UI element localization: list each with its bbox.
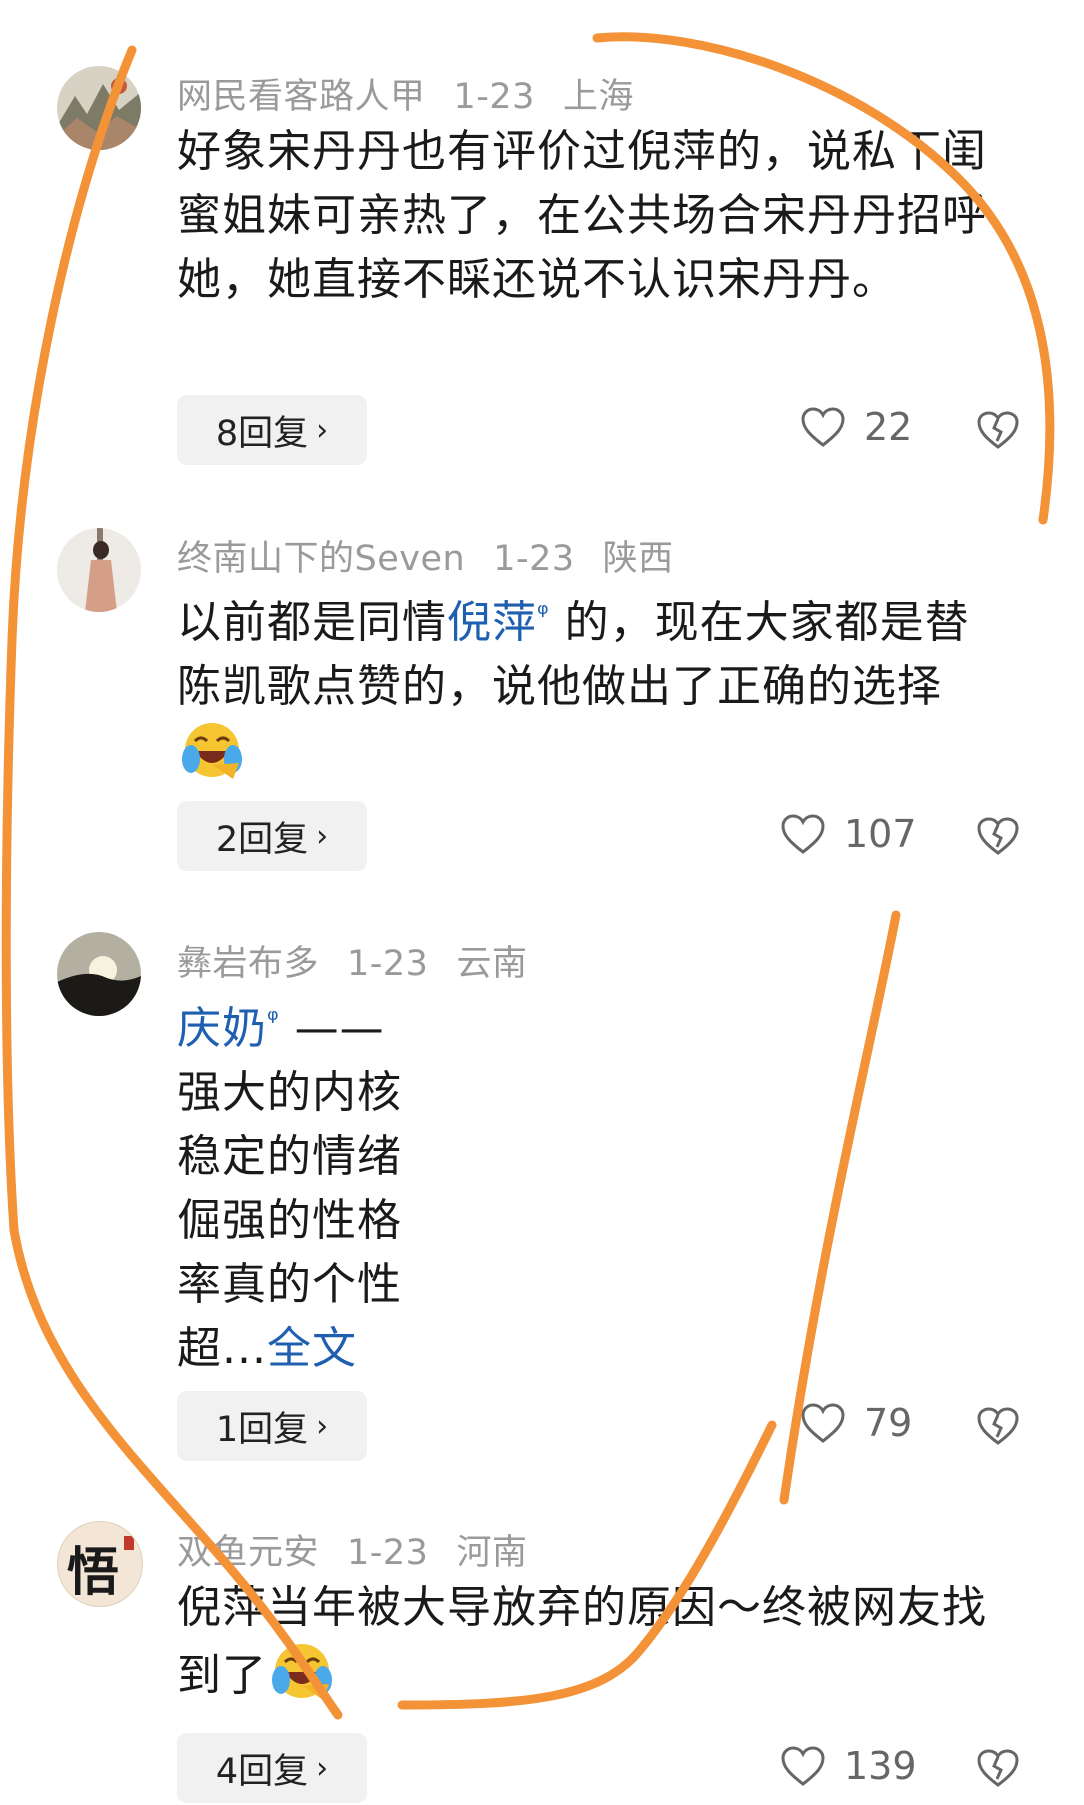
comment-meta: 终南山下的Seven 1-23 陕西 [177, 530, 702, 581]
search-icon[interactable]: ᵠ [537, 597, 550, 630]
comment-text[interactable]: 庆奶ᵠ —— 强大的内核 稳定的情绪 倔强的性格 率真的个性 超...全文 [177, 988, 1007, 1381]
topic-link[interactable]: 庆奶 [177, 1003, 267, 1054]
like-count: 22 [864, 405, 913, 449]
comment-text-dash: —— [279, 1003, 385, 1054]
comment-location: 河南 [456, 1533, 528, 1573]
replies-button[interactable]: 2回复 › [177, 801, 367, 871]
seal-stamp-icon [124, 1536, 134, 1550]
like-button[interactable]: 79 [800, 1401, 912, 1445]
replies-button[interactable]: 1回复 › [177, 1391, 367, 1461]
dislike-button[interactable] [976, 1748, 1020, 1792]
chevron-right-icon: › [316, 412, 329, 448]
heart-icon [801, 407, 845, 447]
chevron-right-icon: › [316, 818, 329, 854]
comment-location: 上海 [562, 77, 634, 117]
comment-date: 1-23 [453, 77, 535, 117]
like-button[interactable]: 107 [780, 812, 917, 856]
broken-heart-icon [977, 1749, 1019, 1787]
avatar[interactable] [57, 66, 141, 150]
chevron-right-icon: › [316, 1408, 329, 1444]
username[interactable]: 双鱼元安 [177, 1533, 319, 1573]
like-count: 107 [844, 812, 917, 856]
replies-count: 2回复 [215, 819, 309, 860]
comment-text[interactable]: 好象宋丹丹也有评价过倪萍的，说私下闺蜜姐妹可亲热了，在公共场合宋丹丹招呼她，她直… [177, 120, 1007, 312]
broken-heart-icon [977, 1407, 1019, 1445]
replies-button[interactable]: 4回复 › [177, 1733, 367, 1803]
laughing-crying-emoji-icon [182, 723, 242, 779]
broken-heart-icon [977, 817, 1019, 855]
comment-meta: 双鱼元安 1-23 河南 [177, 1524, 555, 1575]
replies-count: 1回复 [215, 1409, 309, 1450]
chevron-right-icon: › [316, 1750, 329, 1786]
comment-line: 超...全文 [177, 1317, 1007, 1381]
broken-heart-icon [977, 411, 1019, 449]
comment-text-truncated: 超... [177, 1323, 267, 1374]
replies-count: 8回复 [215, 413, 309, 454]
username[interactable]: 终南山下的Seven [177, 539, 465, 579]
replies-count: 4回复 [215, 1751, 309, 1792]
comment-text[interactable]: 以前都是同情倪萍ᵠ 的，现在大家都是替陈凯歌点赞的，说他做出了正确的选择 [177, 582, 1007, 787]
avatar[interactable]: 悟 [57, 1521, 143, 1607]
comment-meta: 网民看客路人甲 1-23 上海 [177, 68, 662, 119]
avatar-calligraphy: 悟 [66, 1542, 119, 1603]
comment-date: 1-23 [347, 1533, 429, 1573]
avatar[interactable] [57, 528, 141, 612]
comment-line: 倔强的性格 [177, 1195, 402, 1246]
username[interactable]: 网民看客路人甲 [177, 77, 426, 117]
comment-text-start: 以前都是同情 [177, 597, 447, 648]
like-button[interactable]: 22 [800, 405, 912, 449]
dislike-button[interactable] [976, 410, 1020, 454]
heart-icon [781, 814, 825, 854]
username[interactable]: 彝岩布多 [177, 944, 319, 984]
search-icon[interactable]: ᵠ [267, 1003, 280, 1036]
comment-date: 1-23 [347, 944, 429, 984]
topic-link[interactable]: 倪萍 [447, 597, 537, 648]
comment-text[interactable]: 倪萍当年被大导放弃的原因～终被网友找到了 [177, 1576, 1007, 1708]
avatar[interactable] [57, 932, 141, 1016]
replies-button[interactable]: 8回复 › [177, 395, 367, 465]
comment-date: 1-23 [493, 539, 575, 579]
heart-icon [781, 1746, 825, 1786]
comment-location: 陕西 [602, 539, 674, 579]
comment-meta: 彝岩布多 1-23 云南 [177, 935, 555, 986]
comment-line: 庆奶ᵠ —— [177, 988, 1007, 1061]
read-more-link[interactable]: 全文 [267, 1323, 357, 1374]
comment-line: 强大的内核 [177, 1067, 402, 1118]
dislike-button[interactable] [976, 1406, 1020, 1450]
like-button[interactable]: 139 [780, 1744, 917, 1788]
like-count: 79 [864, 1401, 913, 1445]
comment-line: 稳定的情绪 [177, 1131, 402, 1182]
laughing-crying-emoji-icon [272, 1644, 332, 1700]
like-count: 139 [844, 1744, 917, 1788]
comment-location: 云南 [456, 944, 528, 984]
dislike-button[interactable] [976, 816, 1020, 860]
comment-line: 率真的个性 [177, 1259, 402, 1310]
heart-icon [801, 1403, 845, 1443]
